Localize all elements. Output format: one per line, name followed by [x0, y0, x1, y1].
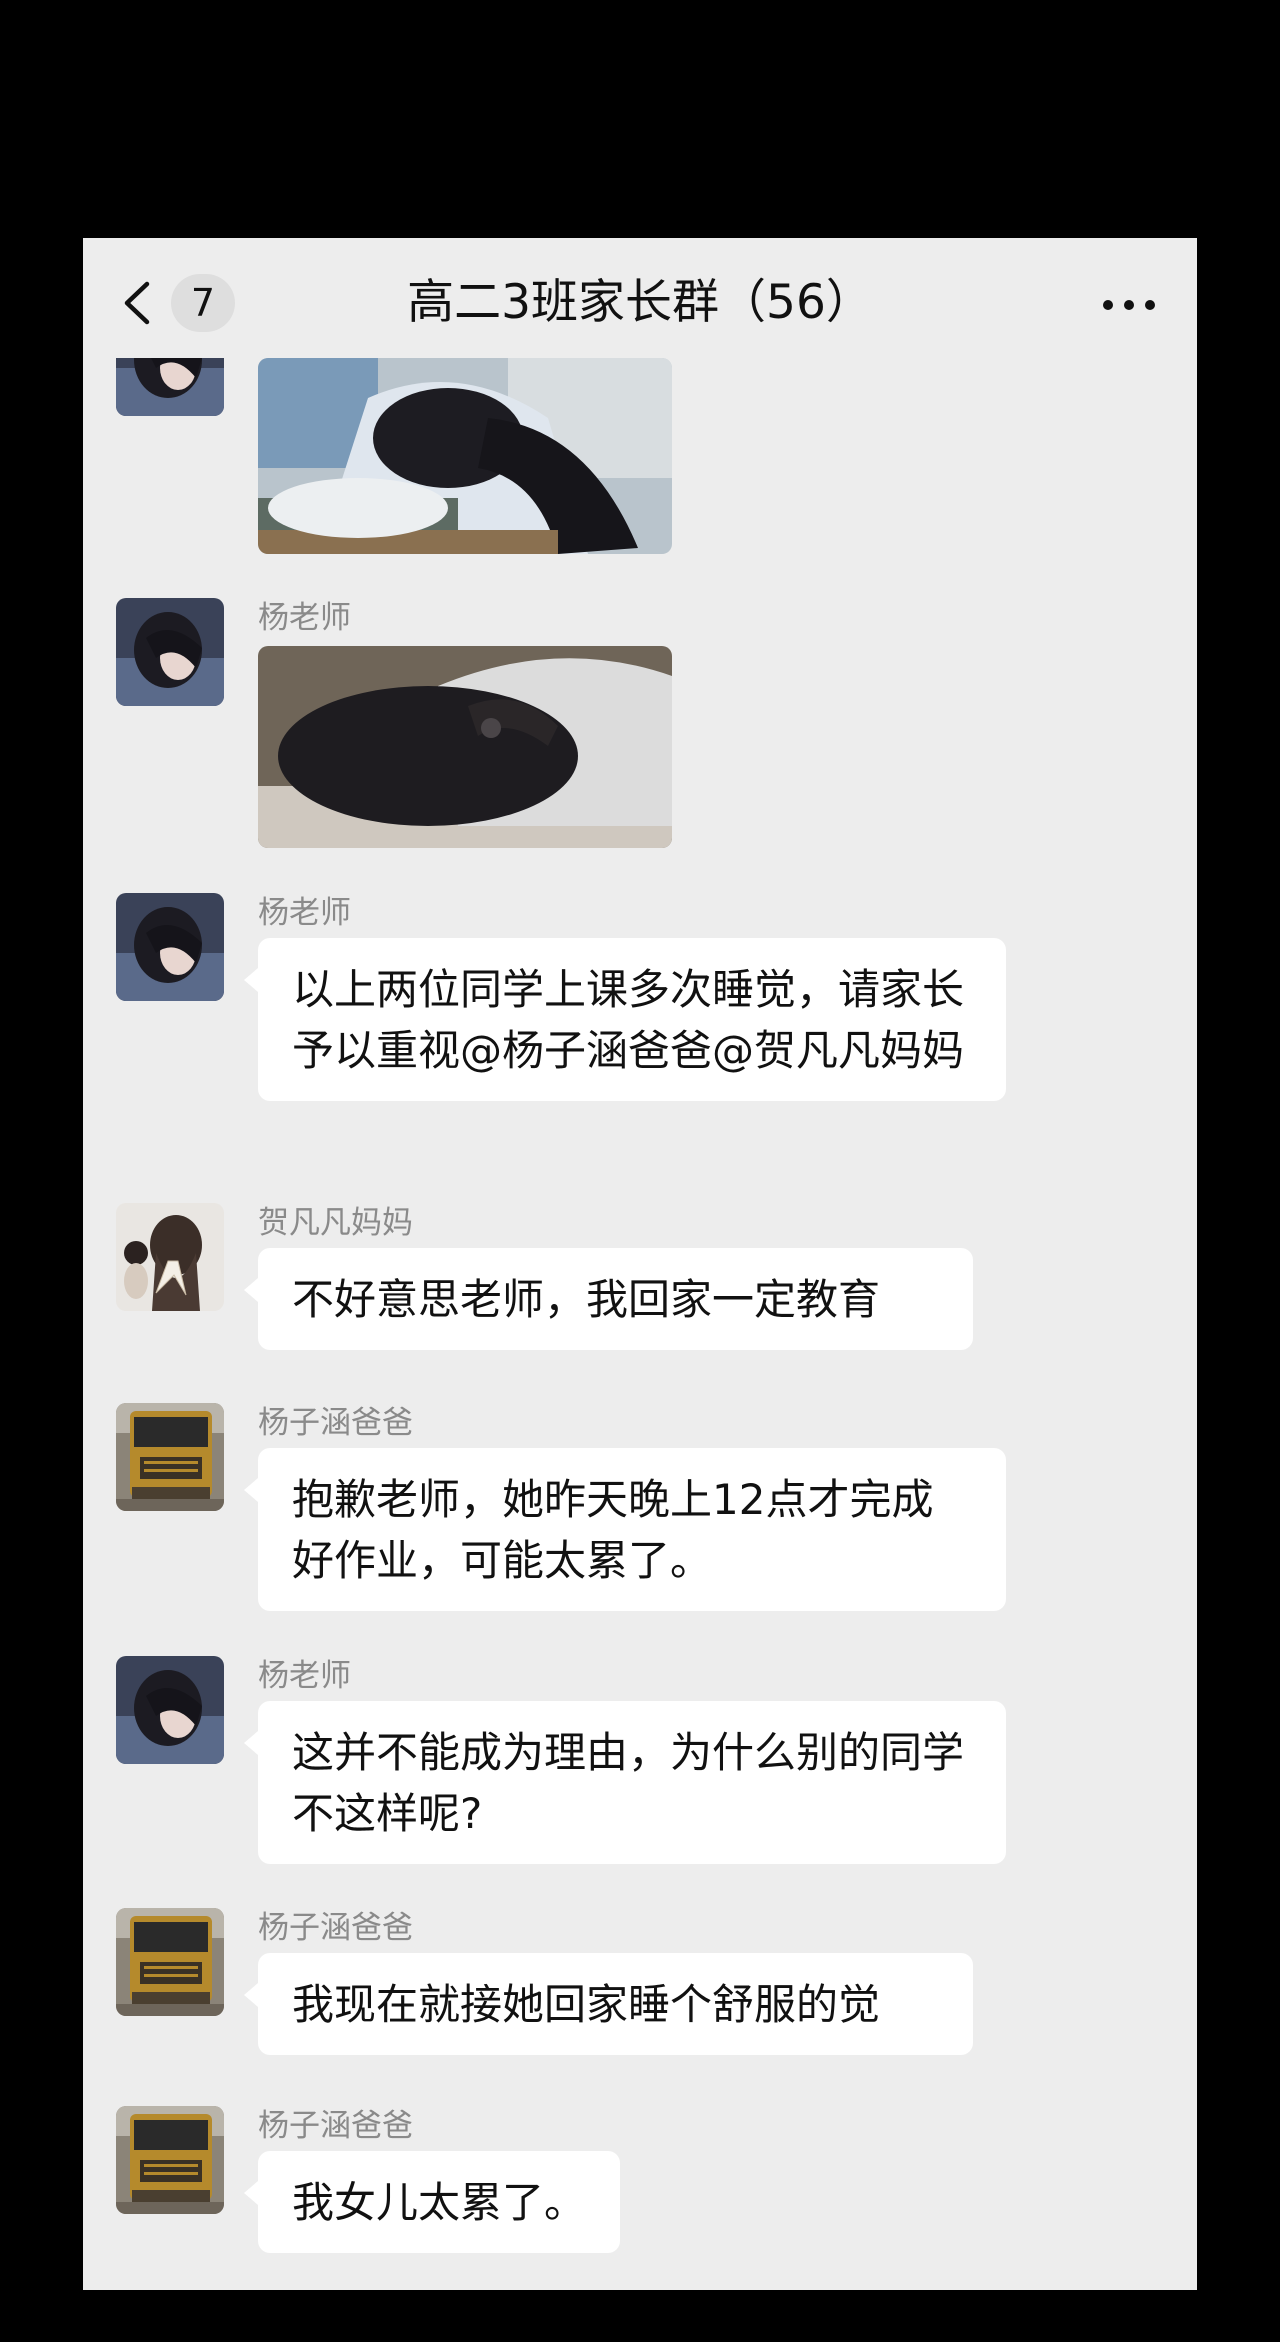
chat-header: 7 高二3班家长群（56）	[83, 238, 1197, 358]
message-bubble[interactable]: 我女儿太累了。	[243, 2151, 621, 2253]
message-item: 杨子涵爸爸 我现在就接她回家睡个舒服的觉	[83, 1908, 1197, 2058]
student-sleeping-on-desk-photo[interactable]	[258, 358, 672, 554]
sender-name: 杨子涵爸爸	[258, 1405, 413, 1441]
girl-sleeping-avatar[interactable]	[116, 598, 224, 706]
message-bubble[interactable]: 不好意思老师，我回家一定教育	[244, 1248, 973, 1350]
message-item: 杨老师 以上两位同学上课多次睡觉，请家长予以重视@杨子涵爸爸@贺凡凡妈妈	[83, 893, 1197, 1123]
chat-screen: 7 高二3班家长群（56） 杨老师 杨老师 以上两位同学上课多次睡觉，请家长予以…	[83, 238, 1197, 2290]
truck-avatar[interactable]	[116, 2106, 224, 2214]
girl-sleeping-avatar[interactable]	[116, 1656, 224, 1764]
chat-title: 高二3班家长群（56）	[407, 275, 873, 330]
message-item: 杨子涵爸爸 抱歉老师，她昨天晚上12点才完成好作业，可能太累了。	[83, 1403, 1197, 1611]
message-bubble[interactable]: 我现在就接她回家睡个舒服的觉	[244, 1953, 973, 2055]
message-item: 杨老师	[83, 598, 1197, 848]
message-bubble[interactable]: 这并不能成为理由，为什么别的同学不这样呢?	[244, 1701, 1006, 1864]
sender-name: 杨老师	[258, 895, 351, 931]
sender-name: 杨老师	[258, 600, 351, 636]
message-item: 杨子涵爸爸 我女儿太累了。	[83, 2106, 1197, 2256]
girl-bow-avatar[interactable]	[116, 1203, 224, 1311]
message-bubble[interactable]: 抱歉老师，她昨天晚上12点才完成好作业，可能太累了。	[244, 1448, 1006, 1611]
truck-avatar[interactable]	[116, 1908, 224, 2016]
message-bubble[interactable]: 以上两位同学上课多次睡觉，请家长予以重视@杨子涵爸爸@贺凡凡妈妈	[244, 938, 1006, 1101]
message-item	[83, 308, 1197, 554]
message-item: 杨老师 这并不能成为理由，为什么别的同学不这样呢?	[83, 1656, 1197, 1864]
sender-name: 杨子涵爸爸	[258, 1910, 413, 1946]
sender-name: 杨老师	[258, 1658, 351, 1694]
sender-name: 贺凡凡妈妈	[258, 1205, 413, 1241]
student-head-down-photo[interactable]	[258, 646, 672, 848]
girl-sleeping-avatar[interactable]	[116, 893, 224, 1001]
truck-avatar[interactable]	[116, 1403, 224, 1511]
more-dots-icon[interactable]	[1103, 300, 1163, 314]
sender-name: 杨子涵爸爸	[258, 2108, 413, 2144]
message-item: 贺凡凡妈妈 不好意思老师，我回家一定教育	[83, 1203, 1197, 1353]
